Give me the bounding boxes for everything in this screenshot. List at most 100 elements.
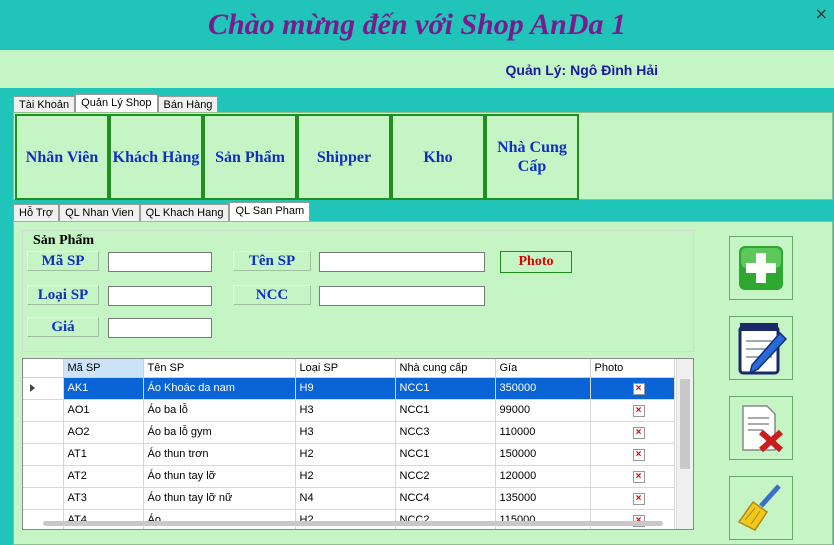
column-header-ten-sp[interactable]: Tên SP	[143, 359, 296, 378]
module-san-pham-button[interactable]: Sản Phẩm	[203, 114, 297, 200]
column-header-nha-cung-cap[interactable]: Nhà cung cấp	[395, 359, 496, 378]
module-nhan-vien-button[interactable]: Nhân Viên	[15, 114, 109, 200]
cell-ma-sp[interactable]: AK1	[63, 377, 144, 400]
cell-ma-sp[interactable]: AO1	[63, 399, 144, 422]
cell-gia[interactable]: 120000	[495, 465, 591, 488]
cell-ma-sp[interactable]: AT1	[63, 443, 144, 466]
current-row-arrow-icon	[30, 383, 35, 392]
manager-label: Quản Lý: Ngô Đình Hải	[505, 62, 658, 78]
broken-image-icon: ×	[632, 448, 645, 461]
photo-button[interactable]: Photo	[500, 251, 572, 273]
loai-sp-input[interactable]	[108, 286, 212, 306]
ten-sp-input[interactable]	[319, 252, 485, 272]
cell-ten-sp[interactable]: Áo ba lỗ gym	[143, 421, 296, 444]
cell-loai-sp[interactable]: H2	[295, 443, 396, 466]
module-nha-cung-cap-button[interactable]: Nhà Cung Cấp	[485, 114, 579, 200]
delete-button[interactable]	[729, 396, 793, 460]
cell-ten-sp[interactable]: Áo thun tay lỡ nữ	[143, 487, 296, 510]
edit-notepad-icon	[738, 323, 788, 375]
cell-nha-cung-cap[interactable]: NCC1	[395, 443, 496, 466]
table-row[interactable]: AT3 Áo thun tay lỡ nữ N4 NCC4 135000 ×	[23, 487, 675, 510]
row-header[interactable]	[23, 399, 64, 422]
cell-gia[interactable]: 99000	[495, 399, 591, 422]
cell-ten-sp[interactable]: Áo thun trơn	[143, 443, 296, 466]
cell-nha-cung-cap[interactable]: NCC2	[395, 509, 496, 529]
module-shipper-button[interactable]: Shipper	[297, 114, 391, 200]
top-tab-bar: Tài Khoản Quản Lý Shop Bán Hàng	[13, 94, 219, 114]
cell-gia[interactable]: 350000	[495, 377, 591, 400]
cell-photo[interactable]: ×	[590, 465, 675, 488]
cell-photo[interactable]: ×	[590, 443, 675, 466]
product-grid[interactable]: Mã SP Tên SP Loại SP Nhà cung cấp Gía Ph…	[22, 358, 694, 530]
row-header[interactable]	[23, 465, 64, 488]
tab-ho-tro[interactable]: Hỗ Trợ	[13, 204, 60, 222]
clear-button[interactable]	[729, 476, 793, 540]
cell-ma-sp[interactable]: AT4	[63, 509, 144, 529]
edit-button[interactable]	[729, 316, 793, 380]
cell-nha-cung-cap[interactable]: NCC4	[395, 487, 496, 510]
delete-document-icon	[742, 405, 784, 453]
tab-quan-ly-shop[interactable]: Quản Lý Shop	[75, 94, 158, 114]
ma-sp-label: Mã SP	[27, 251, 99, 271]
cell-ma-sp[interactable]: AT3	[63, 487, 144, 510]
cell-loai-sp[interactable]: H3	[295, 421, 396, 444]
cell-gia[interactable]: 135000	[495, 487, 591, 510]
cell-gia[interactable]: 115000	[495, 509, 591, 529]
column-header-gia[interactable]: Gía	[495, 359, 591, 378]
clear-broom-icon	[737, 484, 781, 531]
table-row[interactable]: AO2 Áo ba lỗ gym H3 NCC3 110000 ×	[23, 421, 675, 444]
row-header[interactable]	[23, 443, 64, 466]
column-header-photo[interactable]: Photo	[590, 359, 675, 378]
cell-ma-sp[interactable]: AT2	[63, 465, 144, 488]
table-row[interactable]: AT4 Áo ... H2 NCC2 115000 ×	[23, 509, 675, 529]
cell-photo[interactable]: ×	[590, 377, 675, 400]
cell-nha-cung-cap[interactable]: NCC3	[395, 421, 496, 444]
cell-gia[interactable]: 110000	[495, 421, 591, 444]
cell-loai-sp[interactable]: H2	[295, 509, 396, 529]
gia-input[interactable]	[108, 318, 212, 338]
cell-loai-sp[interactable]: H9	[295, 377, 396, 400]
table-row[interactable]: AK1 Áo Khoác da nam H9 NCC1 350000 ×	[23, 377, 675, 400]
gia-label: Giá	[27, 317, 99, 337]
cell-nha-cung-cap[interactable]: NCC1	[395, 399, 496, 422]
group-title: Sản Phẩm	[31, 233, 97, 249]
cell-loai-sp[interactable]: H3	[295, 399, 396, 422]
cell-ten-sp[interactable]: Áo Khoác da nam	[143, 377, 296, 400]
module-kho-button[interactable]: Kho	[391, 114, 485, 200]
ma-sp-input[interactable]	[108, 252, 212, 272]
cell-ten-sp[interactable]: Áo ...	[143, 509, 296, 529]
table-row[interactable]: AT1 Áo thun trơn H2 NCC1 150000 ×	[23, 443, 675, 466]
cell-nha-cung-cap[interactable]: NCC2	[395, 465, 496, 488]
vertical-scrollbar[interactable]	[676, 359, 693, 529]
cell-photo[interactable]: ×	[590, 509, 675, 529]
column-header-ma-sp[interactable]: Mã SP	[63, 359, 144, 378]
cell-photo[interactable]: ×	[590, 487, 675, 510]
cell-ten-sp[interactable]: Áo ba lỗ	[143, 399, 296, 422]
table-row[interactable]: AO1 Áo ba lỗ H3 NCC1 99000 ×	[23, 399, 675, 422]
cell-ten-sp[interactable]: Áo thun tay lỡ	[143, 465, 296, 488]
add-button[interactable]	[729, 236, 793, 300]
close-icon[interactable]: ×	[815, 4, 828, 23]
row-header[interactable]	[23, 421, 64, 444]
horizontal-scrollbar[interactable]	[43, 521, 663, 526]
tab-ql-nhan-vien[interactable]: QL Nhan Vien	[59, 204, 140, 222]
ncc-input[interactable]	[319, 286, 485, 306]
broken-image-icon: ×	[632, 492, 645, 505]
row-header[interactable]	[23, 509, 64, 529]
tab-ql-san-pham[interactable]: QL San Pham	[229, 202, 311, 222]
column-header-loai-sp[interactable]: Loại SP	[295, 359, 396, 378]
row-header[interactable]	[23, 487, 64, 510]
row-header[interactable]	[23, 377, 64, 400]
product-panel: Sản Phẩm Mã SP Tên SP Photo Loại SP NCC …	[13, 221, 833, 545]
cell-loai-sp[interactable]: N4	[295, 487, 396, 510]
table-row[interactable]: AT2 Áo thun tay lỡ H2 NCC2 120000 ×	[23, 465, 675, 488]
cell-ma-sp[interactable]: AO2	[63, 421, 144, 444]
tab-ql-khach-hang[interactable]: QL Khach Hang	[139, 204, 230, 222]
module-khach-hang-button[interactable]: Khách Hàng	[109, 114, 203, 200]
cell-photo[interactable]: ×	[590, 421, 675, 444]
cell-gia[interactable]: 150000	[495, 443, 591, 466]
cell-nha-cung-cap[interactable]: NCC1	[395, 377, 496, 400]
cell-loai-sp[interactable]: H2	[295, 465, 396, 488]
cell-photo[interactable]: ×	[590, 399, 675, 422]
manager-bar: Quản Lý: Ngô Đình Hải	[0, 50, 834, 88]
